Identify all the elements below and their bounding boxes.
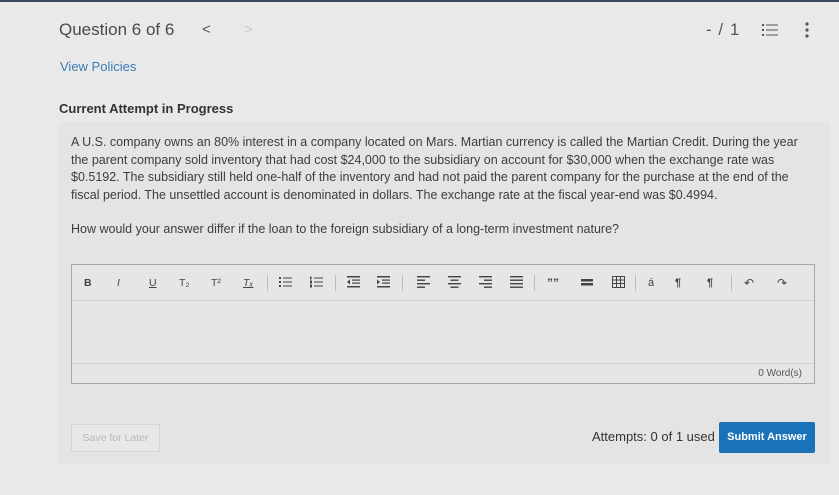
editor-toolbar: B I U T₂ T² Tₓ ”” á ¶ ¶ ↶ ↷ <box>72 265 814 301</box>
bulleted-list-icon[interactable] <box>279 276 292 290</box>
toolbar-divider <box>534 275 535 291</box>
next-question-button[interactable]: > <box>244 21 253 38</box>
align-center-icon[interactable] <box>448 276 461 290</box>
redo-button[interactable]: ↷ <box>777 276 787 290</box>
view-policies-link[interactable]: View Policies <box>60 59 136 74</box>
attempts-counter: Attempts: 0 of 1 used <box>592 429 715 444</box>
editor-status-bar: 0 Word(s) <box>72 363 814 383</box>
table-icon[interactable] <box>612 276 625 290</box>
align-left-icon[interactable] <box>417 276 430 290</box>
question-header: Question 6 of 6 < > - / 1 <box>0 2 839 57</box>
subscript-button[interactable]: T₂ <box>179 276 190 290</box>
question-title: Question 6 of 6 <box>59 20 175 39</box>
toolbar-divider <box>335 275 336 291</box>
attempt-status-label: Current Attempt in Progress <box>59 101 234 116</box>
align-justify-icon[interactable] <box>510 276 523 290</box>
word-count: 0 Word(s) <box>758 368 802 379</box>
save-for-later-button[interactable]: Save for Later <box>71 424 160 452</box>
align-right-icon[interactable] <box>479 276 492 290</box>
superscript-button[interactable]: T² <box>211 276 221 290</box>
text-direction-rtl-button[interactable]: ¶ <box>707 276 713 290</box>
submit-answer-button[interactable]: Submit Answer <box>719 422 815 453</box>
toolbar-divider <box>267 275 268 291</box>
undo-button[interactable]: ↶ <box>744 276 754 290</box>
question-body: A U.S. company owns an 80% interest in a… <box>71 135 798 202</box>
blockquote-button[interactable]: ”” <box>547 276 559 290</box>
indent-icon[interactable] <box>377 276 390 290</box>
score-display: - / 1 <box>706 20 741 39</box>
outdent-icon[interactable] <box>347 276 360 290</box>
answer-editor: B I U T₂ T² Tₓ ”” á ¶ ¶ ↶ ↷ 0 Word(s) <box>71 264 815 384</box>
special-character-button[interactable]: á <box>648 276 654 290</box>
text-direction-ltr-button[interactable]: ¶ <box>675 276 681 290</box>
question-prompt: How would your answer differ if the loan… <box>71 222 619 236</box>
clear-format-button[interactable]: Tₓ <box>243 276 253 290</box>
toolbar-divider <box>635 275 636 291</box>
horizontal-rule-icon[interactable] <box>581 276 593 290</box>
numbered-list-icon[interactable] <box>310 276 323 290</box>
answer-text-area[interactable] <box>72 302 814 364</box>
toolbar-divider <box>731 275 732 291</box>
bold-button[interactable]: B <box>84 276 92 290</box>
previous-question-button[interactable]: < <box>202 21 211 38</box>
underline-button[interactable]: U <box>149 276 157 290</box>
toolbar-divider <box>402 275 403 291</box>
italic-button[interactable]: I <box>117 276 120 290</box>
more-vertical-icon[interactable] <box>804 22 810 38</box>
list-icon[interactable] <box>762 23 778 37</box>
